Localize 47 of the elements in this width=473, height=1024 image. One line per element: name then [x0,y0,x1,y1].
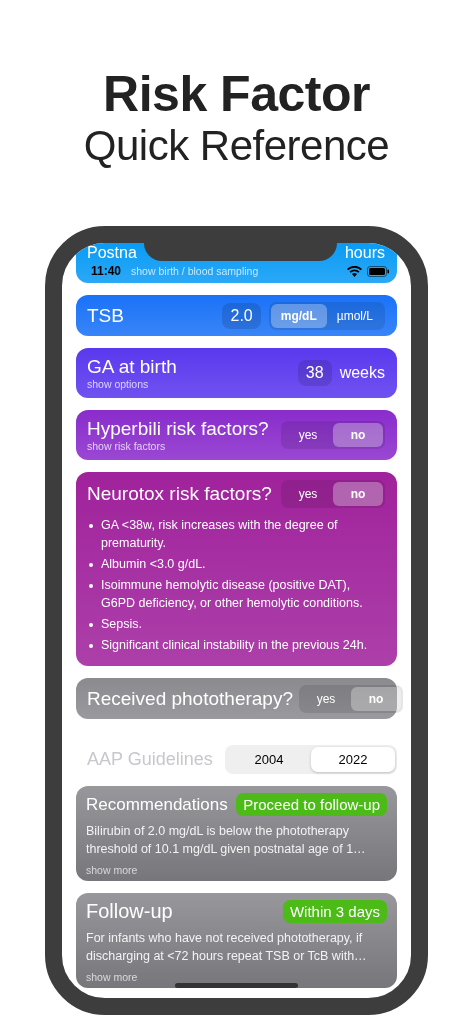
result-text: For infants who have not received phototherapy, if discharging at <72 hours repeat TSB or TcB with… [86,930,368,965]
segment-button[interactable]: 2022 [311,747,395,772]
card-title: TSB [87,304,124,327]
card-title: Postna [87,243,137,262]
segment-button[interactable]: no [333,423,383,447]
risk-factor-text: Albumin <3.0 g/dL. [101,556,206,573]
guidelines-label: AAP Guidelines [87,749,213,770]
segment-button[interactable]: yes [301,686,351,711]
segment-button[interactable]: yes [283,482,333,506]
result-title: Recommendations [86,794,228,815]
card-title: Hyperbili risk factors? [87,417,269,440]
segment-button[interactable]: µmol/L [326,303,383,328]
unit-label: hours [344,243,385,262]
show-more-link[interactable]: show more [86,971,138,983]
number-field[interactable]: 2.0 [222,302,261,329]
bullet-icon [89,623,93,627]
status-time: 11:40 [91,264,122,278]
risk-factor-text: Significant clinical instability in the previous 24h. [101,637,368,654]
headline-title: Risk Factor [103,66,370,122]
bullet-icon [89,584,93,588]
result-title: Follow-up [86,900,173,923]
bullet-icon [89,563,93,567]
segment-button[interactable]: yes [283,423,333,447]
card-title: Neurotox risk factors? [87,483,272,505]
card-title: GA at birth [87,355,177,378]
segment-button[interactable]: no [351,686,401,711]
risk-factor-text: Isoimmune hemolytic disease (positive DAT), G6PD deficiency, or other hemolytic conditions. [101,577,364,612]
status-badge: Proceed to follow-up [236,793,387,816]
hint-link[interactable]: show birth / blood sampling [131,264,259,278]
result-text: Bilirubin of 2.0 mg/dL is below the phototherapy threshold of 10.1 mg/dL given postnatal age of 1… [86,823,367,858]
status-badge: Within 3 days [282,900,387,923]
segment-button[interactable]: no [333,482,383,506]
risk-factor-text: Sepsis. [101,616,142,633]
wifi-icon [347,265,362,277]
card-title: Received phototherapy? [87,687,293,710]
hint-link[interactable]: show options [87,377,177,391]
unit-label: weeks [339,364,385,382]
headline-subtitle: Quick Reference [83,122,390,170]
hint-link[interactable]: show risk factors [87,439,269,453]
segment-button[interactable]: 2004 [227,747,311,772]
segment-button[interactable]: mg/dL [270,303,327,328]
show-more-link[interactable]: show more [86,864,138,876]
number-field[interactable]: 38 [297,360,332,386]
bullet-icon [89,644,93,648]
bullet-icon [89,524,93,528]
risk-factor-text: GA <38w, risk increases with the degree of prematurity. [101,517,339,552]
battery-icon [367,265,389,277]
